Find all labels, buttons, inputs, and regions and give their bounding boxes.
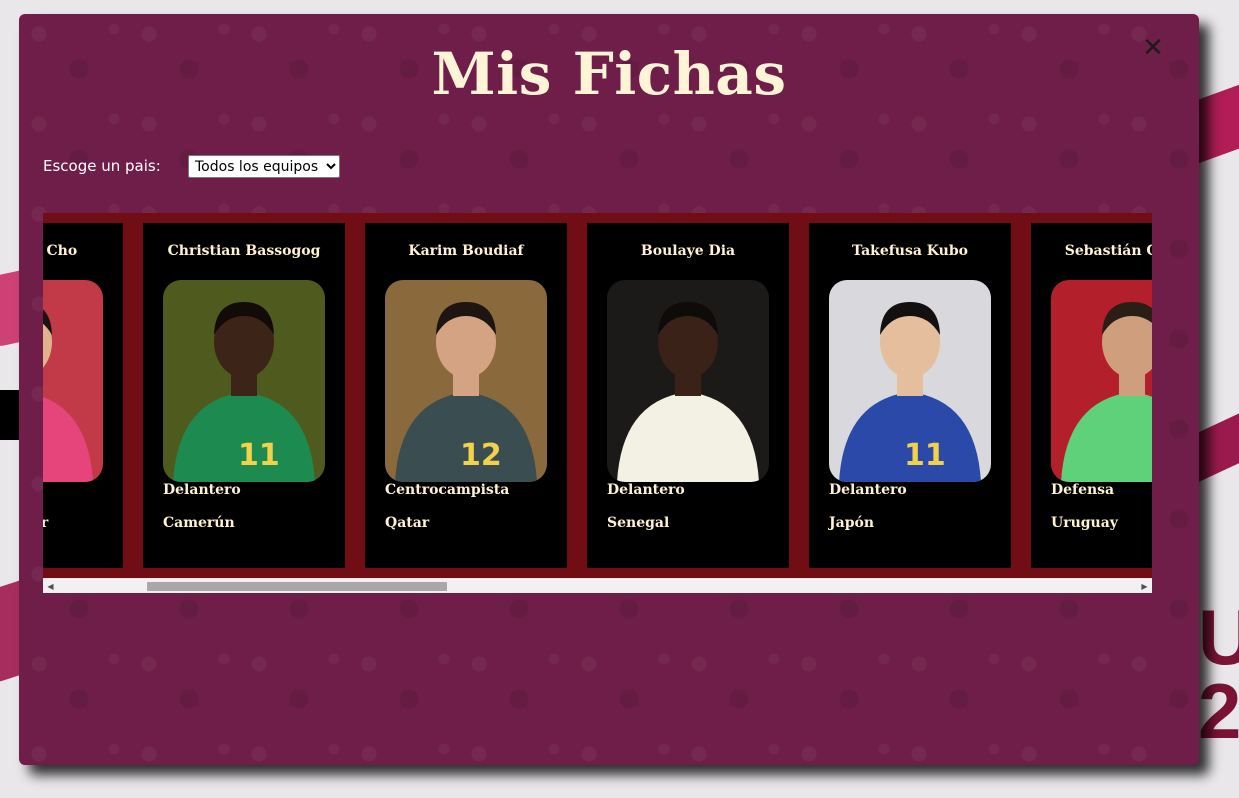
player-photo: 9: [43, 280, 103, 482]
player-card[interactable]: Takefusa Kubo 11 Delantero Japón: [809, 223, 1011, 568]
player-position: Defensa: [1051, 482, 1115, 498]
player-photo-illustration: [607, 280, 769, 482]
player-card[interactable]: Christian Bassogog 11 Delantero Camerún: [143, 223, 345, 568]
player-name: Karim Boudiaf: [408, 243, 524, 259]
cards-carousel[interactable]: Gue-sung Cho 9 Delantero Corea del Sur Chris…: [43, 213, 1152, 578]
background-logo-text: U 2: [1198, 600, 1239, 755]
country-filter-label: Escoge un pais:: [43, 157, 161, 175]
player-photo-illustration: 11: [829, 280, 991, 482]
player-country: Camerún: [163, 515, 235, 531]
player-position: Delantero: [829, 482, 907, 498]
player-card[interactable]: Gue-sung Cho9DelanteroCorea del Sur: [43, 223, 123, 568]
close-icon[interactable]: ✕: [1141, 35, 1165, 61]
player-position: Delantero: [163, 482, 241, 498]
player-position: Centrocampista: [385, 482, 510, 498]
scroll-right-arrow-icon[interactable]: ▶: [1137, 579, 1152, 594]
player-photo-illustration: 11: [163, 280, 325, 482]
scroll-left-arrow-icon[interactable]: ◀: [43, 579, 58, 594]
modal-title: Mis Fichas: [431, 40, 787, 108]
svg-text:12: 12: [460, 438, 502, 473]
player-card[interactable]: Boulaye Dia Delantero Senegal: [587, 223, 789, 568]
player-photo: [1051, 280, 1152, 482]
svg-text:11: 11: [904, 438, 946, 473]
player-name: Takefusa Kubo: [852, 243, 968, 259]
player-country: Corea del Sur: [43, 515, 49, 531]
player-name: Gue-sung Cho: [43, 243, 78, 259]
player-country: Uruguay: [1051, 515, 1118, 531]
country-filter-select[interactable]: Todos los equipos: [188, 155, 340, 178]
player-photo-illustration: 12: [385, 280, 547, 482]
cards-modal: Mis Fichas ✕ Escoge un pais: Todos los e…: [19, 14, 1199, 765]
scrollbar-thumb[interactable]: [147, 582, 447, 591]
player-name: Christian Bassogog: [167, 243, 321, 259]
player-photo: 12: [385, 280, 547, 482]
player-photo-illustration: [1051, 280, 1152, 482]
player-name: Boulaye Dia: [640, 243, 736, 259]
player-name: Sebastián Coates: [1064, 243, 1152, 259]
player-photo-illustration: 9: [43, 280, 103, 482]
player-country: Qatar: [385, 515, 430, 531]
player-position: Delantero: [607, 482, 685, 498]
player-photo: 11: [829, 280, 991, 482]
player-photo: 11: [163, 280, 325, 482]
player-card[interactable]: Karim Boudiaf 12 Centrocampista Qatar: [365, 223, 567, 568]
svg-text:11: 11: [238, 438, 280, 473]
player-card[interactable]: Sebastián Coates Defensa Uruguay: [1031, 223, 1152, 568]
player-photo: [607, 280, 769, 482]
player-country: Senegal: [607, 515, 670, 531]
player-country: Japón: [829, 515, 875, 531]
horizontal-scrollbar[interactable]: ◀ ▶: [43, 578, 1152, 593]
